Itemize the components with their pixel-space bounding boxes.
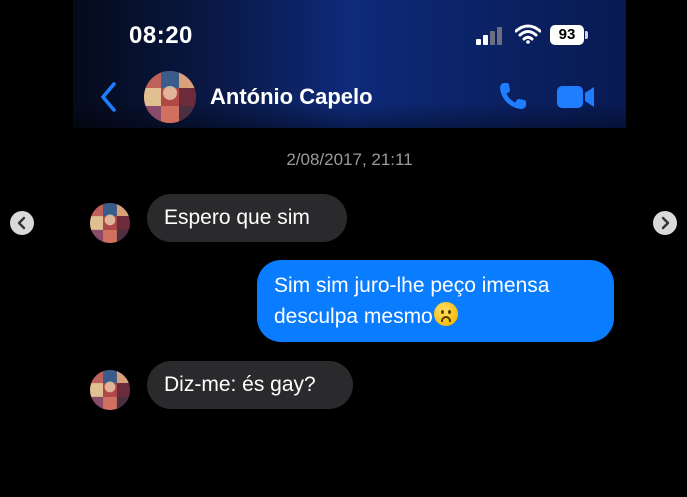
carousel-prev-button[interactable] [10,211,34,235]
wifi-icon [515,24,541,44]
outgoing-message-bubble[interactable]: Sim sim juro-lhe peço imensa desculpa me… [257,260,614,342]
frowning-face-icon [433,302,458,326]
incoming-message-bubble[interactable]: Espero que sim [147,194,347,242]
chevron-left-icon [17,216,26,230]
message-text: Diz-me: és gay? [164,373,316,396]
phone-screen: 08:20 93 António Capelo 2/08/2017, 21:11… [73,0,626,497]
battery-indicator: 93 [550,25,584,45]
contact-name[interactable]: António Capelo [210,84,373,110]
conversation-timestamp: 2/08/2017, 21:11 [286,150,413,169]
chat-nav-bar: António Capelo [73,68,626,126]
message-text-line-2: desculpa mesmo [274,301,597,332]
message-text-line-1: Sim sim juro-lhe peço imensa [274,274,550,297]
battery-tip [585,31,588,39]
video-call-icon[interactable] [556,84,596,110]
message-text: Espero que sim [164,206,310,229]
phone-call-icon[interactable] [497,80,529,112]
contact-avatar[interactable] [144,71,196,123]
cellular-signal-icon [476,27,506,45]
sender-avatar[interactable] [90,370,130,410]
incoming-message-bubble[interactable]: Diz-me: és gay? [147,361,353,409]
status-bar: 08:20 93 [73,0,626,70]
status-time: 08:20 [129,22,193,49]
carousel-next-button[interactable] [653,211,677,235]
chevron-right-icon [661,216,670,230]
sender-avatar[interactable] [90,203,130,243]
back-chevron-icon[interactable] [97,80,121,114]
message-text-line-2-text: desculpa mesmo [274,305,433,328]
